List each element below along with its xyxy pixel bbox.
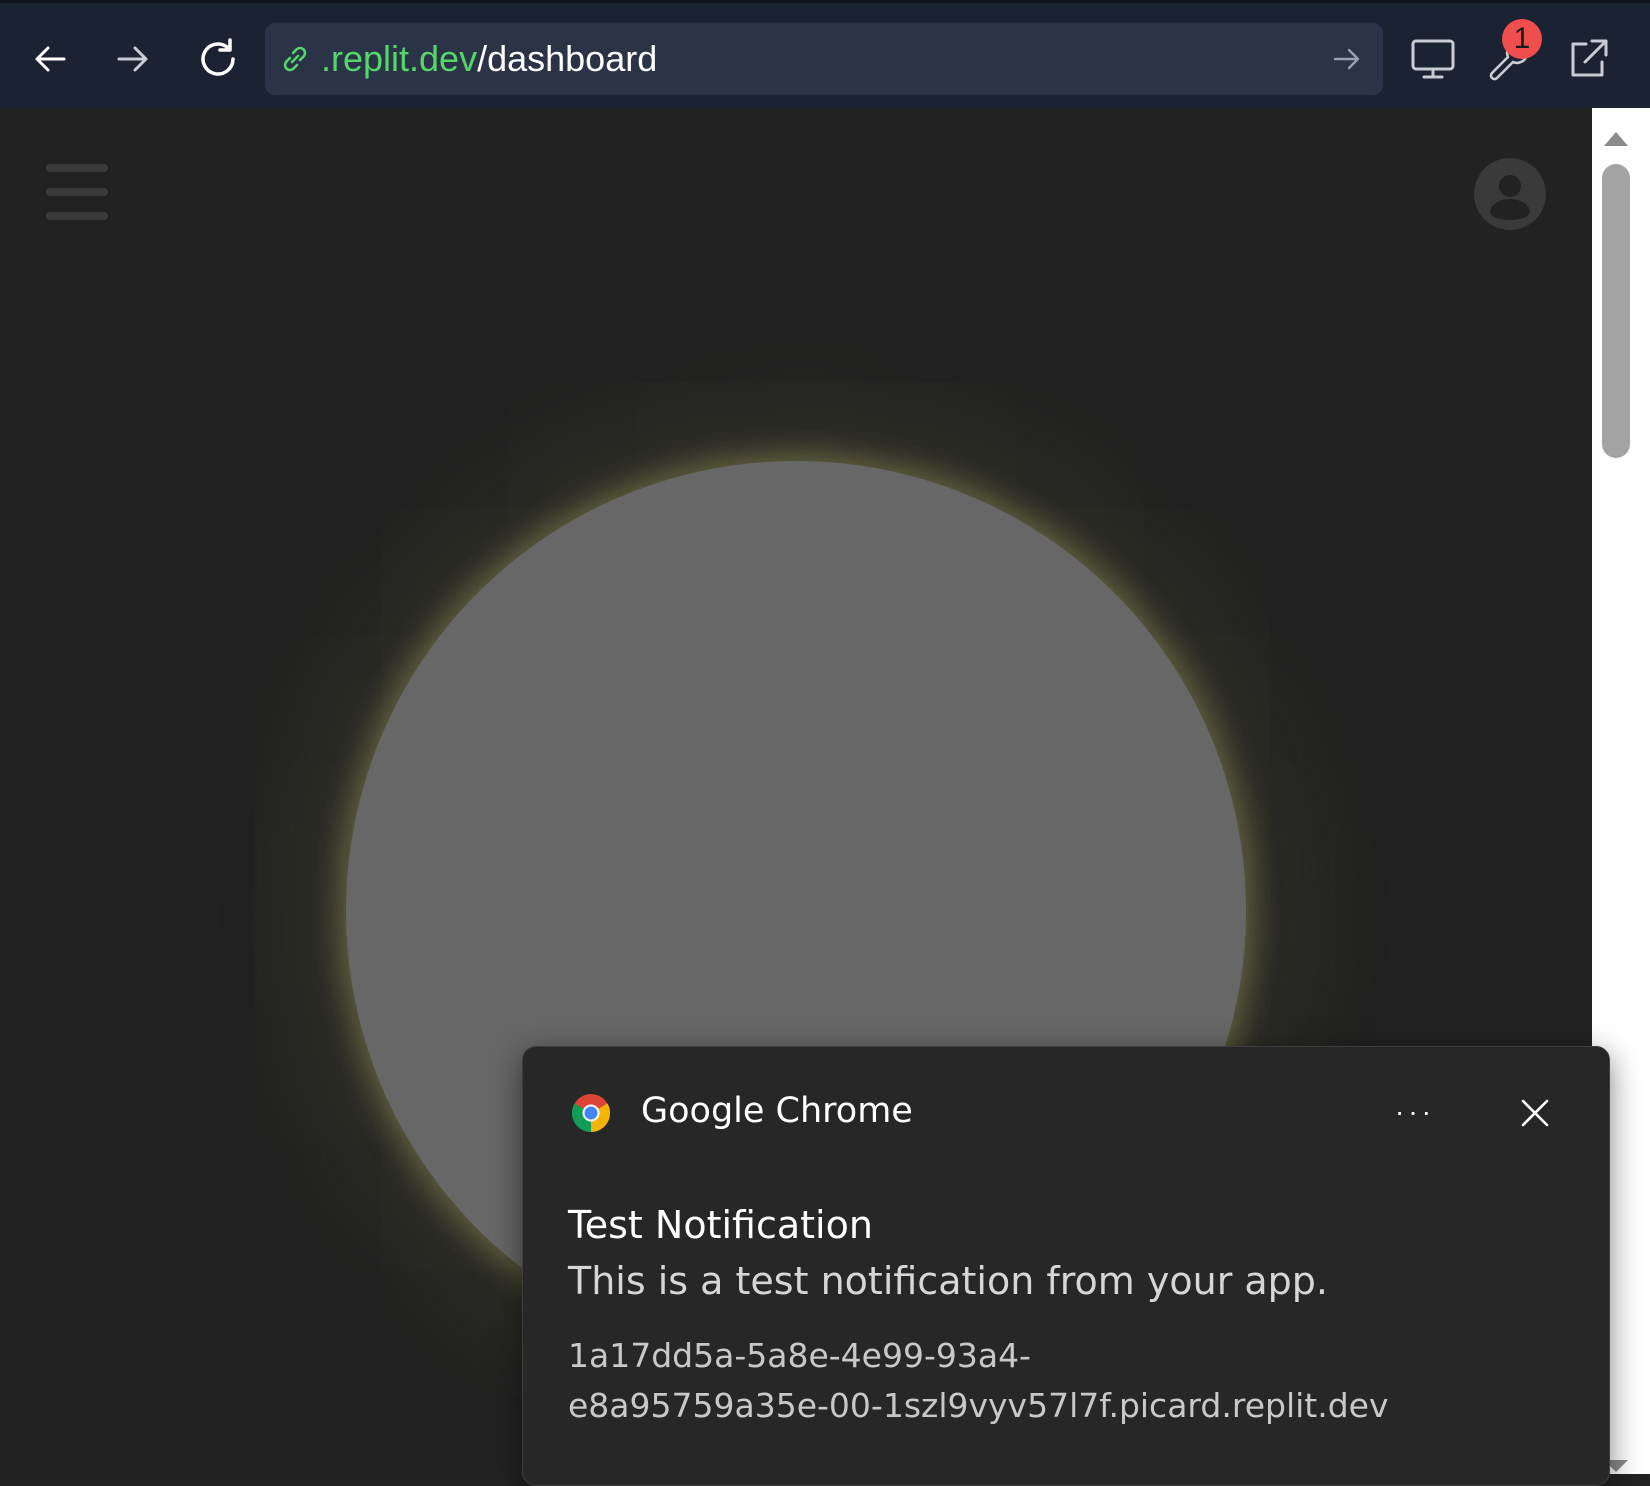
forward-arrow-icon bbox=[117, 46, 148, 72]
user-avatar-icon[interactable] bbox=[1474, 158, 1546, 230]
forward-button[interactable] bbox=[105, 31, 161, 87]
devtools-badge: 1 bbox=[1502, 19, 1542, 59]
notification-origin-line-2: e8a95759a35e-00-1szl9vyv57l7f.picard.rep… bbox=[568, 1386, 1389, 1425]
notification-more-button[interactable]: ··· bbox=[1385, 1087, 1445, 1137]
scroll-up-icon[interactable] bbox=[1601, 126, 1631, 150]
chrome-notification[interactable]: Google Chrome ··· Test Notification This… bbox=[522, 1046, 1610, 1486]
reload-button[interactable] bbox=[190, 31, 246, 87]
open-in-new-tab-button[interactable] bbox=[1560, 31, 1616, 87]
device-preview-button[interactable] bbox=[1405, 31, 1461, 87]
url-text: .replit.dev/dashboard bbox=[321, 38, 657, 80]
url-host: .replit.dev bbox=[321, 38, 478, 79]
notification-origin-line-1: 1a17dd5a-5a8e-4e99-93a4- bbox=[568, 1336, 1031, 1375]
notification-body: This is a test notification from your ap… bbox=[568, 1259, 1328, 1303]
notification-origin: 1a17dd5a-5a8e-4e99-93a4- e8a95759a35e-00… bbox=[568, 1331, 1468, 1431]
url-path: /dashboard bbox=[477, 38, 658, 79]
close-icon[interactable] bbox=[1515, 1093, 1555, 1133]
hamburger-menu-icon[interactable] bbox=[46, 164, 108, 220]
notification-app-name: Google Chrome bbox=[641, 1091, 913, 1131]
open-in-new-tab-icon bbox=[1571, 39, 1608, 77]
link-icon bbox=[283, 46, 307, 72]
go-arrow-icon bbox=[1333, 48, 1360, 70]
notification-title: Test Notification bbox=[568, 1203, 873, 1247]
reload-icon bbox=[201, 38, 235, 76]
address-bar[interactable]: .replit.dev/dashboard bbox=[265, 23, 1383, 95]
browser-toolbar: .replit.dev/dashboard 1 bbox=[0, 0, 1650, 108]
scroll-thumb[interactable] bbox=[1602, 164, 1630, 458]
back-arrow-icon bbox=[35, 46, 66, 72]
chrome-logo-icon bbox=[571, 1094, 611, 1132]
go-button[interactable] bbox=[1329, 41, 1365, 82]
back-button[interactable] bbox=[22, 31, 78, 87]
monitor-icon bbox=[1411, 39, 1455, 79]
